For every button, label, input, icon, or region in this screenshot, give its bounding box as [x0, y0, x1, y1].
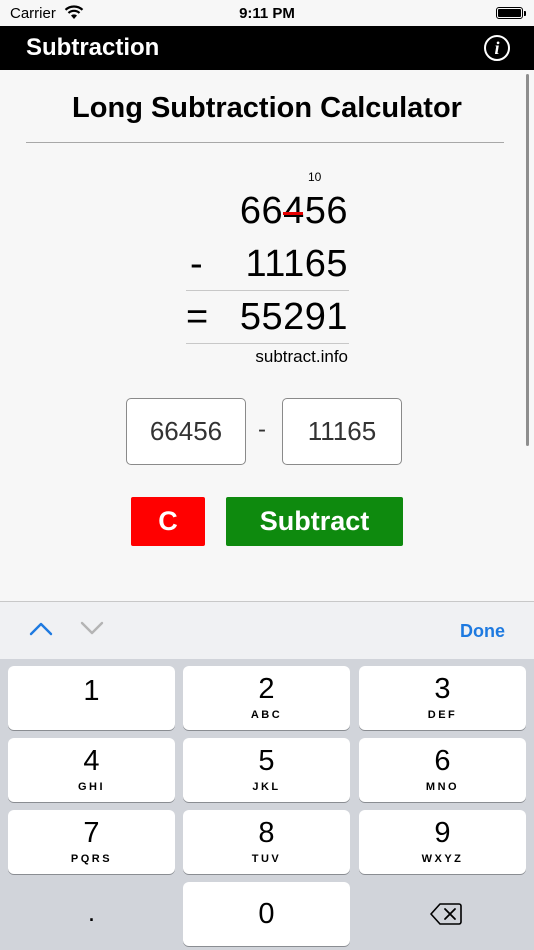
- second-number-input[interactable]: 11165: [282, 398, 402, 465]
- divider: [186, 343, 349, 344]
- key-7[interactable]: 7 PQRS: [8, 810, 175, 874]
- key-digit: 8: [258, 817, 275, 849]
- key-letters: DEF: [427, 709, 458, 721]
- chevron-down-icon[interactable]: [80, 620, 104, 641]
- key-3[interactable]: 3 DEF: [359, 666, 526, 730]
- key-digit: 6: [434, 745, 451, 777]
- key-digit: 7: [83, 817, 100, 849]
- page-title: Long Subtraction Calculator: [72, 92, 462, 124]
- result-display: 55291: [239, 296, 348, 338]
- divider: [26, 142, 504, 143]
- backspace-icon: [430, 902, 462, 931]
- key-4[interactable]: 4 GHI: [8, 738, 175, 802]
- borrow-digit: 10: [308, 170, 322, 184]
- backspace-key[interactable]: [359, 882, 526, 946]
- key-decimal[interactable]: .: [8, 882, 175, 946]
- key-1[interactable]: 1: [8, 666, 175, 730]
- key-9[interactable]: 9 WXYZ: [359, 810, 526, 874]
- numeric-keypad: 1 2 ABC 3 DEF 4 GHI 5 JKL 6 MNO 7 PQRS 8…: [0, 659, 534, 950]
- chevron-up-icon[interactable]: [29, 620, 53, 641]
- clear-button[interactable]: C: [131, 497, 205, 546]
- key-digit: .: [87, 897, 96, 927]
- done-button[interactable]: Done: [460, 621, 505, 642]
- operator-label: -: [258, 416, 266, 443]
- key-digit: 4: [83, 745, 100, 777]
- key-letters: ABC: [250, 709, 283, 721]
- keyboard-toolbar: Done: [0, 601, 534, 659]
- divider: [186, 290, 349, 291]
- key-digit: 0: [258, 898, 275, 930]
- key-letters: WXYZ: [421, 853, 464, 865]
- scrollbar[interactable]: [526, 74, 529, 446]
- subtrahend-display: 11165: [245, 243, 348, 285]
- key-digit: 5: [258, 745, 275, 777]
- clock: 9:11 PM: [239, 5, 295, 22]
- key-digit: 9: [434, 817, 451, 849]
- key-5[interactable]: 5 JKL: [183, 738, 350, 802]
- site-credit: subtract.info: [255, 347, 348, 366]
- key-letters: TUV: [251, 853, 282, 865]
- key-0[interactable]: 0: [183, 882, 350, 946]
- key-letters: PQRS: [70, 853, 113, 865]
- key-digit: 1: [83, 675, 100, 707]
- equals-sign: =: [186, 296, 209, 338]
- app-title: Subtraction: [26, 34, 160, 61]
- key-digit: 3: [434, 673, 451, 705]
- key-6[interactable]: 6 MNO: [359, 738, 526, 802]
- key-8[interactable]: 8 TUV: [183, 810, 350, 874]
- battery-icon: [496, 7, 526, 19]
- info-icon[interactable]: i: [484, 35, 510, 61]
- borrow-strike: [283, 212, 303, 215]
- key-letters: GHI: [77, 781, 106, 793]
- key-letters: JKL: [252, 781, 281, 793]
- minus-sign: -: [190, 243, 203, 285]
- key-2[interactable]: 2 ABC: [183, 666, 350, 730]
- key-digit: 2: [258, 673, 275, 705]
- key-letters: MNO: [425, 781, 460, 793]
- first-number-input[interactable]: 66456: [126, 398, 246, 465]
- status-bar: Carrier 9:11 PM: [0, 0, 534, 26]
- subtract-button[interactable]: Subtract: [226, 497, 403, 546]
- title-bar: Subtraction i: [0, 26, 534, 70]
